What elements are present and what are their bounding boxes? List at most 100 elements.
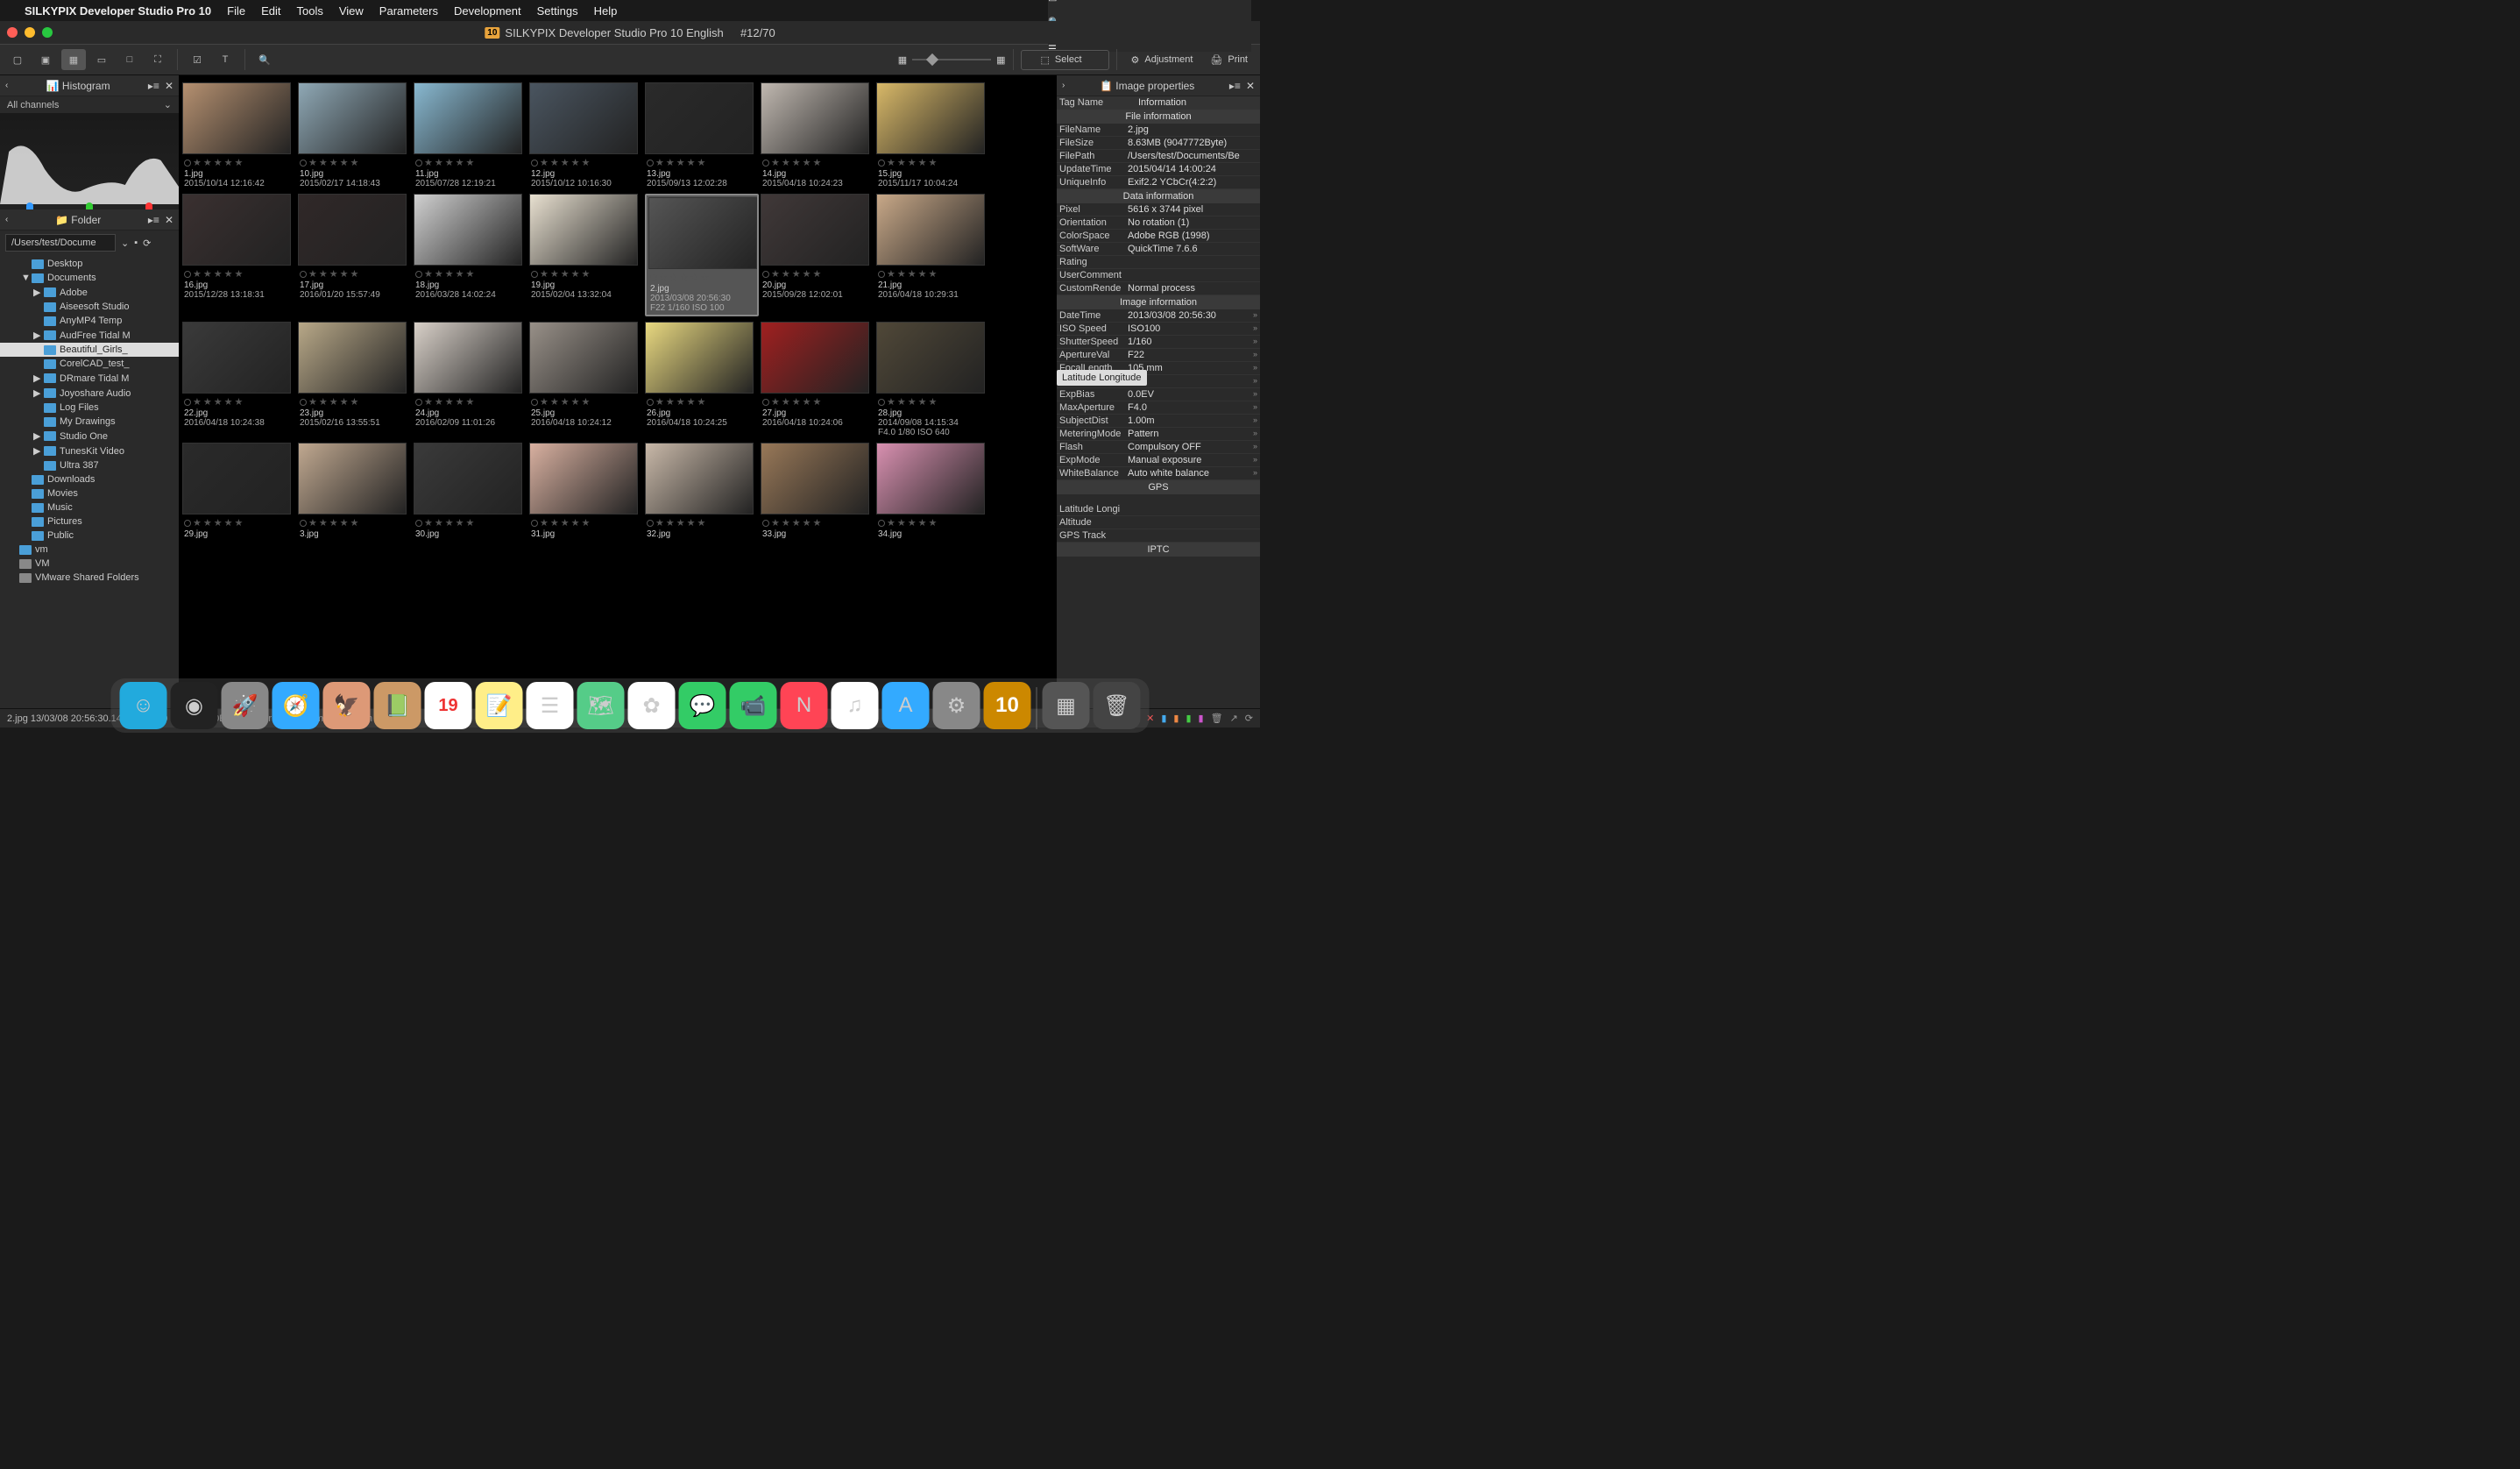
thumbnail-item[interactable]: ★★★★★11.jpg2015/07/28 12:19:21 bbox=[414, 82, 527, 188]
dock-appstore[interactable]: A bbox=[882, 682, 930, 729]
dock-calendar[interactable]: 19 bbox=[425, 682, 472, 729]
chevron-left-icon[interactable]: ‹ bbox=[5, 81, 8, 90]
app-name[interactable]: SILKYPIX Developer Studio Pro 10 bbox=[25, 4, 211, 18]
folder-tree-item[interactable]: Movies bbox=[0, 486, 179, 500]
dock-trash[interactable]: 🗑 bbox=[1094, 682, 1141, 729]
thumbnail-item[interactable]: ★★★★★1.jpg2015/10/14 12:16:42 bbox=[182, 82, 296, 188]
chevron-down-icon[interactable]: ⌄ bbox=[121, 238, 129, 249]
folder-tree-item[interactable]: ▼Documents bbox=[0, 271, 179, 285]
thumbnail-item[interactable]: ★★★★★31.jpg bbox=[529, 443, 643, 539]
compare-view-button[interactable]: ▣ bbox=[33, 49, 58, 70]
fit-view-button[interactable]: □ bbox=[117, 49, 142, 70]
thumbnail-item[interactable]: ★★★★★19.jpg2015/02/04 13:32:04 bbox=[529, 194, 643, 316]
menu-edit[interactable]: Edit bbox=[261, 4, 280, 18]
menu-settings[interactable]: Settings bbox=[537, 4, 578, 18]
thumbnail-item[interactable]: ★★★★★2.jpg2013/03/08 20:56:30F22 1/160 I… bbox=[645, 194, 759, 316]
thumbnail-item[interactable]: ★★★★★23.jpg2015/02/16 13:55:51 bbox=[298, 322, 412, 437]
status-sync-icon[interactable]: ⟳ bbox=[1245, 713, 1253, 724]
folder-tree-item[interactable]: Public bbox=[0, 529, 179, 543]
menu-parameters[interactable]: Parameters bbox=[379, 4, 438, 18]
thumbnail-grid-area[interactable]: ★★★★★1.jpg2015/10/14 12:16:42★★★★★10.jpg… bbox=[179, 75, 1057, 708]
dock-notes[interactable]: 📝 bbox=[476, 682, 523, 729]
dock-preview[interactable]: ▦ bbox=[1043, 682, 1090, 729]
thumbnail-item[interactable]: ★★★★★21.jpg2016/04/18 10:29:31 bbox=[876, 194, 990, 316]
status-export-icon[interactable]: ↗ bbox=[1230, 713, 1238, 724]
thumbnail-item[interactable]: ★★★★★27.jpg2016/04/18 10:24:06 bbox=[761, 322, 874, 437]
folder-tree-item[interactable]: VMware Shared Folders bbox=[0, 571, 179, 585]
thumbnail-item[interactable]: ★★★★★14.jpg2015/04/18 10:24:23 bbox=[761, 82, 874, 188]
print-button[interactable]: 🖨 Print bbox=[1203, 54, 1255, 66]
thumbnail-item[interactable]: ★★★★★34.jpg bbox=[876, 443, 990, 539]
close-panel-icon[interactable]: ✕ bbox=[165, 80, 173, 92]
chevron-down-icon[interactable]: ⌄ bbox=[164, 99, 172, 110]
folder-tree-item[interactable]: Pictures bbox=[0, 515, 179, 529]
dock-silkypix[interactable]: 10 bbox=[984, 682, 1031, 729]
thumbnail-item[interactable]: ★★★★★30.jpg bbox=[414, 443, 527, 539]
dock-finder[interactable]: ☺ bbox=[120, 682, 167, 729]
status-trash-icon[interactable]: 🗑 bbox=[1211, 713, 1223, 724]
check-tool-button[interactable]: ☑ bbox=[185, 49, 209, 70]
status-label-purple[interactable]: ▮ bbox=[1199, 713, 1204, 724]
loupe-tool-button[interactable]: 🔍 bbox=[252, 49, 277, 70]
thumbnail-item[interactable]: ★★★★★16.jpg2015/12/28 13:18:31 bbox=[182, 194, 296, 316]
menu-development[interactable]: Development bbox=[454, 4, 521, 18]
dock-photos[interactable]: ✿ bbox=[628, 682, 676, 729]
status-label-orange[interactable]: ▮ bbox=[1173, 713, 1179, 724]
folder-tree-item[interactable]: vm bbox=[0, 543, 179, 557]
adjustment-mode-button[interactable]: ⚙ Adjustment bbox=[1124, 54, 1200, 66]
thumbnail-item[interactable]: ★★★★★26.jpg2016/04/18 10:24:25 bbox=[645, 322, 759, 437]
folder-path-input[interactable] bbox=[5, 234, 116, 252]
folder-tree-item[interactable]: Log Files bbox=[0, 401, 179, 415]
dock-safari[interactable]: 🧭 bbox=[273, 682, 320, 729]
menu-tools[interactable]: Tools bbox=[296, 4, 322, 18]
dock-mail[interactable]: 🦅 bbox=[323, 682, 371, 729]
thumbnail-item[interactable]: ★★★★★25.jpg2016/04/18 10:24:12 bbox=[529, 322, 643, 437]
zoom-window-button[interactable] bbox=[42, 27, 53, 38]
channels-label[interactable]: All channels bbox=[7, 100, 59, 110]
displays-icon[interactable]: ▭ bbox=[1048, 0, 1251, 4]
dock-launchpad[interactable]: 🚀 bbox=[222, 682, 269, 729]
thumbnail-item[interactable]: ★★★★★3.jpg bbox=[298, 443, 412, 539]
filmstrip-view-button[interactable]: ▭ bbox=[89, 49, 114, 70]
fullscreen-button[interactable]: ⛶ bbox=[145, 49, 170, 70]
dock-facetime[interactable]: 📹 bbox=[730, 682, 777, 729]
dock-reminders[interactable]: ☰ bbox=[527, 682, 574, 729]
text-tool-button[interactable]: T bbox=[213, 49, 237, 70]
folder-tree-item[interactable]: AnyMP4 Temp bbox=[0, 314, 179, 328]
thumbnail-item[interactable]: ★★★★★12.jpg2015/10/12 10:16:30 bbox=[529, 82, 643, 188]
select-mode-button[interactable]: ⬚ Select bbox=[1021, 50, 1109, 70]
thumbnail-item[interactable]: ★★★★★29.jpg bbox=[182, 443, 296, 539]
folder-tree-item[interactable]: ▶Studio One bbox=[0, 429, 179, 444]
dock-settings[interactable]: ⚙ bbox=[933, 682, 980, 729]
folder-tree-item[interactable]: ▶Joyoshare Audio bbox=[0, 386, 179, 401]
thumbnail-item[interactable]: ★★★★★24.jpg2016/02/09 11:01:26 bbox=[414, 322, 527, 437]
folder-tree-item[interactable]: ▶TunesKit Video bbox=[0, 444, 179, 458]
grid-view-button[interactable]: ▦ bbox=[61, 49, 86, 70]
close-window-button[interactable] bbox=[7, 27, 18, 38]
folder-tree-item[interactable]: VM bbox=[0, 557, 179, 571]
panel-menu-icon[interactable]: ▸≡ bbox=[1229, 80, 1241, 92]
menu-file[interactable]: File bbox=[227, 4, 245, 18]
thumbnail-item[interactable]: ★★★★★33.jpg bbox=[761, 443, 874, 539]
folder-tree-item[interactable]: Beautiful_Girls_ bbox=[0, 343, 179, 357]
panel-menu-icon[interactable]: ▸≡ bbox=[148, 80, 159, 92]
close-panel-icon[interactable]: ✕ bbox=[1246, 80, 1255, 92]
folder-tree-item[interactable]: Downloads bbox=[0, 472, 179, 486]
folder-tree-item[interactable]: Music bbox=[0, 500, 179, 515]
close-panel-icon[interactable]: ✕ bbox=[165, 214, 173, 226]
thumbnail-item[interactable]: ★★★★★28.jpg2014/09/08 14:15:34F4.0 1/80 … bbox=[876, 322, 990, 437]
folder-tree-item[interactable]: ▶AudFree Tidal M bbox=[0, 328, 179, 343]
refresh-icon[interactable]: ⟳ bbox=[143, 238, 151, 249]
chevron-left-icon[interactable]: ‹ bbox=[5, 215, 8, 224]
chevron-right-icon[interactable]: › bbox=[1062, 81, 1065, 90]
single-view-button[interactable]: ▢ bbox=[5, 49, 30, 70]
thumbnail-item[interactable]: ★★★★★20.jpg2015/09/28 12:02:01 bbox=[761, 194, 874, 316]
dock-music[interactable]: ♫ bbox=[832, 682, 879, 729]
folder-tree-item[interactable]: ▶DRmare Tidal M bbox=[0, 371, 179, 386]
minimize-window-button[interactable] bbox=[25, 27, 35, 38]
dock-maps[interactable]: 🗺 bbox=[577, 682, 625, 729]
dock-messages[interactable]: 💬 bbox=[679, 682, 726, 729]
status-label-blue[interactable]: ▮ bbox=[1161, 713, 1166, 724]
thumbnail-item[interactable]: ★★★★★15.jpg2015/11/17 10:04:24 bbox=[876, 82, 990, 188]
folder-tree-item[interactable]: ▶Adobe bbox=[0, 285, 179, 300]
